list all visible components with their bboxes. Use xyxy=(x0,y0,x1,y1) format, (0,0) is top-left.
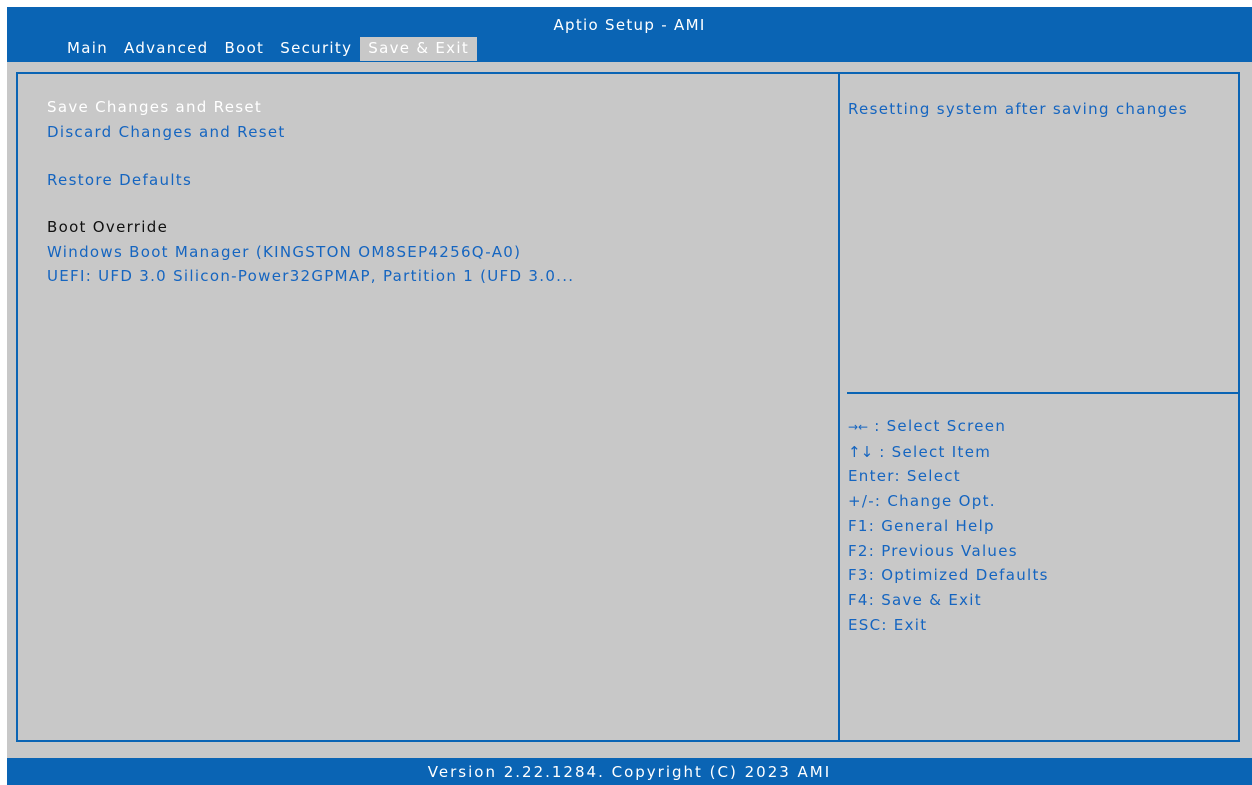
help-divider xyxy=(847,392,1240,394)
key-legend: →← : Select Screen ↑↓ : Select Item Ente… xyxy=(848,414,1049,637)
key-row-f1: F1: General Help xyxy=(848,516,995,535)
tab-save-exit[interactable]: Save & Exit xyxy=(360,37,478,61)
panel-divider-vertical xyxy=(838,74,840,740)
version-text: Version 2.22.1284. Copyright (C) 2023 AM… xyxy=(427,763,832,781)
key-legend-text: : Select Screen xyxy=(874,417,1007,435)
tab-main[interactable]: Main xyxy=(59,37,116,61)
bios-screen: Aptio Setup - AMI Main Advanced Boot Sec… xyxy=(7,7,1252,785)
boot-override-usb-item[interactable]: UEFI: UFD 3.0 Silicon-Power32GPMAP, Part… xyxy=(47,266,574,286)
boot-override-heading: Boot Override xyxy=(47,218,169,236)
key-row-select-item: ↑↓ : Select Item xyxy=(848,440,1049,465)
key-row-esc: ESC: Exit xyxy=(848,615,928,634)
key-row-change-opt: +/-: Change Opt. xyxy=(848,492,996,511)
key-legend-text: : Select Item xyxy=(879,442,992,461)
key-row-f3: F3: Optimized Defaults xyxy=(848,566,1049,585)
tab-security[interactable]: Security xyxy=(272,37,360,61)
boot-override-windows-item[interactable]: Windows Boot Manager (KINGSTON OM8SEP425… xyxy=(47,242,521,262)
left-right-arrows-icon: →← xyxy=(848,420,869,434)
main-frame: Save Changes and Reset Discard Changes a… xyxy=(16,72,1240,742)
key-row-enter: Enter: Select xyxy=(848,467,961,486)
discard-changes-reset-item[interactable]: Discard Changes and Reset xyxy=(47,122,286,142)
bottom-bar: Version 2.22.1284. Copyright (C) 2023 AM… xyxy=(7,758,1252,785)
help-description: Resetting system after saving changes xyxy=(848,100,1188,118)
tab-advanced[interactable]: Advanced xyxy=(116,37,217,61)
up-down-arrows-icon: ↑↓ xyxy=(848,442,874,461)
tab-boot[interactable]: Boot xyxy=(217,37,273,61)
top-bar: Aptio Setup - AMI Main Advanced Boot Sec… xyxy=(7,7,1252,62)
key-row-f2: F2: Previous Values xyxy=(848,541,1018,560)
tab-bar: Main Advanced Boot Security Save & Exit xyxy=(59,37,478,61)
app-title: Aptio Setup - AMI xyxy=(553,16,706,34)
key-row-select-screen: →← : Select Screen xyxy=(848,414,1049,440)
restore-defaults-item[interactable]: Restore Defaults xyxy=(47,170,192,190)
key-row-f4: F4: Save & Exit xyxy=(848,590,982,609)
save-changes-reset-item[interactable]: Save Changes and Reset xyxy=(47,97,262,117)
